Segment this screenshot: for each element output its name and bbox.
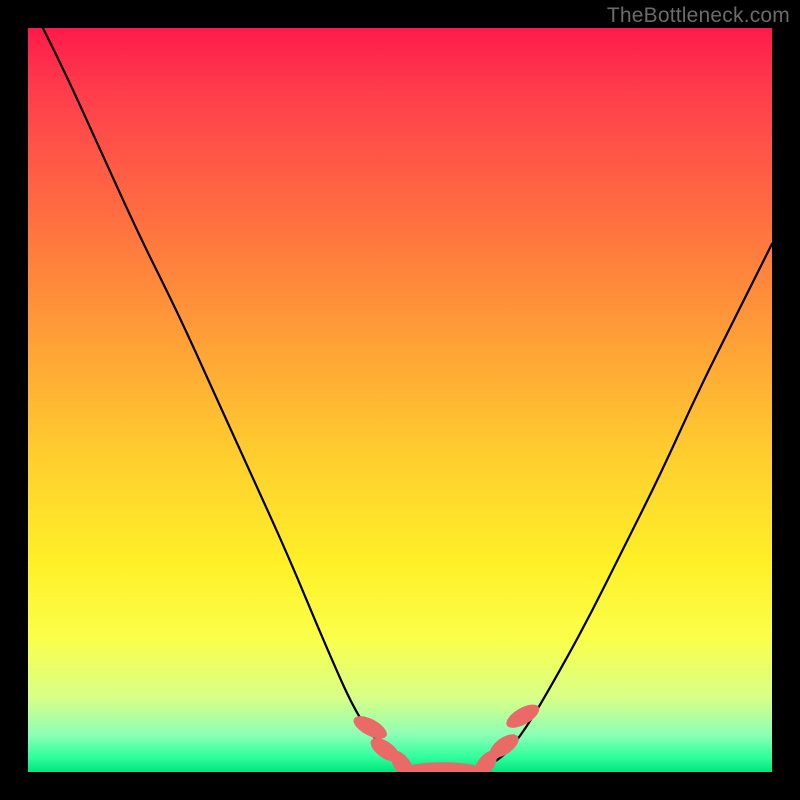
bottleneck-curve [28, 28, 772, 772]
curve-marker [350, 712, 390, 744]
watermark-text: TheBottleneck.com [607, 4, 790, 28]
curve-markers [350, 700, 543, 772]
curve-marker [503, 700, 543, 733]
chart-frame: TheBottleneck.com [0, 0, 800, 800]
chart-svg [28, 28, 772, 772]
chart-plot-area [28, 28, 772, 772]
